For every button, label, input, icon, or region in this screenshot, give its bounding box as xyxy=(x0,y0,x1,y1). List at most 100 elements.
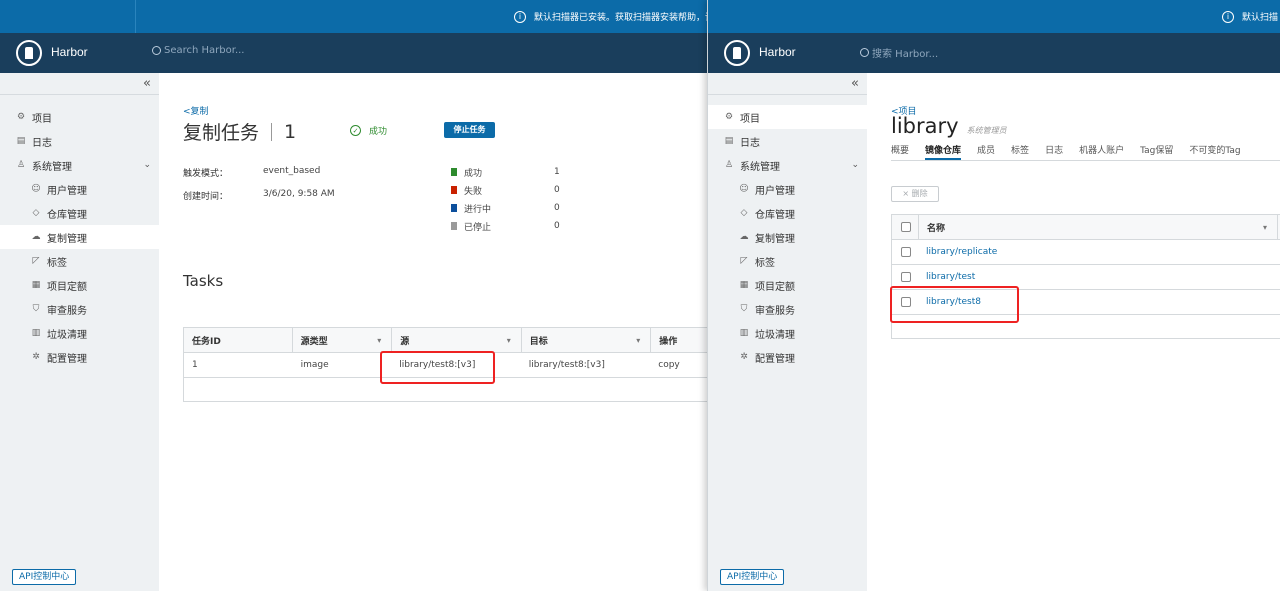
registries-icon: ◇ xyxy=(740,208,748,218)
select-all-checkbox[interactable] xyxy=(892,215,918,239)
cloud-icon: ☁ xyxy=(31,232,41,242)
chevron-down-icon: ⌄ xyxy=(143,160,151,170)
status-stat-label: 已停止 xyxy=(464,222,492,233)
sidebar-item-quotas[interactable]: ▦ 项目定额 xyxy=(708,273,867,297)
sidebar-item-interrogation[interactable]: ⛉ 审查服务 xyxy=(0,297,159,321)
sidebar-item-registries[interactable]: ◇ 仓库管理 xyxy=(708,201,867,225)
users-icon: ☺ xyxy=(31,184,41,194)
status-stat-label: 失败 xyxy=(464,186,483,197)
filter-icon[interactable]: ▾ xyxy=(507,336,511,345)
row-checkbox[interactable] xyxy=(892,240,918,264)
quota-icon: ▦ xyxy=(31,280,41,290)
search-input[interactable]: 搜索 Harbor... xyxy=(860,45,938,60)
collapse-sidebar-button[interactable]: « xyxy=(708,73,867,95)
sidebar-item-logs[interactable]: ▤ 日志 xyxy=(708,129,867,153)
banner-text: 默认扫描 xyxy=(1242,13,1279,23)
status-stat-count: 0 xyxy=(554,221,560,231)
sidebar-item-labels[interactable]: ◸ 标签 xyxy=(708,249,867,273)
status-color-swatch xyxy=(451,186,457,194)
status-color-swatch xyxy=(451,168,457,176)
col-header-source-type[interactable]: 源类型 ▾ xyxy=(291,328,392,352)
status-stat-row: 成功 1 xyxy=(451,163,571,181)
sidebar-item-labels[interactable]: ◸ 标签 xyxy=(0,249,159,273)
created-label: 创建时间： xyxy=(183,192,229,202)
filter-icon[interactable]: ▾ xyxy=(636,336,640,345)
sidebar: « ⚙ 项目 ▤ 日志 ♙ 系统管理 ⌄ ☺ 用户管理 ◇ 仓库管理 ☁ 复制管理 ◸ 标签 ▦… xyxy=(708,73,867,591)
scanner-banner: i 默认扫描 xyxy=(708,0,1280,33)
col-header-source[interactable]: 源 ▾ xyxy=(391,328,521,352)
tab-1[interactable]: 镜像仓库 xyxy=(925,143,962,160)
trigger-label: 触发模式： xyxy=(183,169,229,179)
shield-icon: ⛉ xyxy=(740,304,748,314)
api-center-button[interactable]: API控制中心 xyxy=(12,569,77,585)
search-icon xyxy=(860,48,869,57)
quota-icon: ▦ xyxy=(739,280,749,290)
sidebar-item-gc[interactable]: ▥ 垃圾清理 xyxy=(708,321,867,345)
sidebar-item-interrogation[interactable]: ⛉ 审查服务 xyxy=(708,297,867,321)
success-check-icon: ✓ xyxy=(350,125,361,136)
gear-icon: ✲ xyxy=(740,352,748,362)
harbor-logo-icon[interactable] xyxy=(724,40,750,66)
tab-4[interactable]: 日志 xyxy=(1045,143,1063,160)
col-header-name[interactable]: 名称 ▾ xyxy=(917,215,1277,239)
status-stat-row: 进行中 0 xyxy=(451,199,571,217)
sidebar-item-replications[interactable]: ☁ 复制管理 xyxy=(708,225,867,249)
collapse-sidebar-button[interactable]: « xyxy=(0,73,159,95)
role-label: 系统管理员 xyxy=(966,126,1007,135)
sidebar-item-registries[interactable]: ◇ 仓库管理 xyxy=(0,201,159,225)
table-row[interactable]: library/replicate xyxy=(892,240,1280,265)
cell-operation: copy xyxy=(658,360,680,370)
sidebar-item-gc[interactable]: ▥ 垃圾清理 xyxy=(0,321,159,345)
back-link[interactable]: <复制 xyxy=(183,104,209,117)
filter-icon[interactable]: ▾ xyxy=(377,336,381,345)
brand-name[interactable]: Harbor xyxy=(759,45,796,59)
tab-6[interactable]: Tag保留 xyxy=(1140,143,1173,160)
sidebar-item-projects[interactable]: ⚙ 项目 xyxy=(708,105,867,129)
col-header-target[interactable]: 目标 ▾ xyxy=(520,328,651,352)
status-stat-label: 成功 xyxy=(464,168,483,179)
sidebar-item-projects[interactable]: ⚙ 项目 xyxy=(0,105,159,129)
logs-icon: ▤ xyxy=(16,136,26,146)
delete-button[interactable]: × 删除 xyxy=(891,186,939,202)
tab-3[interactable]: 标签 xyxy=(1011,143,1029,160)
tab-5[interactable]: 机器人账户 xyxy=(1079,143,1124,160)
stop-job-button[interactable]: 停止任务 xyxy=(444,122,495,138)
sidebar-item-admin[interactable]: ♙ 系统管理 ⌄ xyxy=(708,153,867,177)
trash-icon: ▥ xyxy=(31,328,41,338)
tab-7[interactable]: 不可变的Tag xyxy=(1189,143,1240,160)
sidebar-item-config[interactable]: ✲ 配置管理 xyxy=(0,345,159,369)
scanner-banner: i 默认扫描器已安装。获取扫描器安装帮助，请查看 xyxy=(0,0,708,33)
sidebar-item-quotas[interactable]: ▦ 项目定额 xyxy=(0,273,159,297)
sidebar-item-logs[interactable]: ▤ 日志 xyxy=(0,129,159,153)
sidebar-item-users[interactable]: ☺ 用户管理 xyxy=(708,177,867,201)
table-header-row: 名称 ▾ xyxy=(892,215,1280,240)
tab-0[interactable]: 概要 xyxy=(891,143,909,160)
tag-icon: ◸ xyxy=(740,256,748,266)
filter-icon[interactable]: ▾ xyxy=(1263,223,1267,232)
status-stat-label: 进行中 xyxy=(464,204,492,215)
col-header-task-id: 任务ID xyxy=(192,336,221,347)
sidebar-item-admin[interactable]: ♙ 系统管理 ⌄ xyxy=(0,153,159,177)
col-header-operation: 操作 xyxy=(650,328,708,352)
highlight-source-box xyxy=(380,351,495,384)
sidebar-item-config[interactable]: ✲ 配置管理 xyxy=(708,345,867,369)
replication-job-window: i 默认扫描器已安装。获取扫描器安装帮助，请查看 Harbor Search H… xyxy=(0,0,708,591)
api-center-button[interactable]: API控制中心 xyxy=(720,569,785,585)
sidebar-item-users[interactable]: ☺ 用户管理 xyxy=(0,177,159,201)
brand-name[interactable]: Harbor xyxy=(51,45,88,59)
repo-link[interactable]: library/replicate xyxy=(918,240,1278,264)
tab-2[interactable]: 成员 xyxy=(977,143,995,160)
status-stat-row: 失败 0 xyxy=(451,181,571,199)
logs-icon: ▤ xyxy=(724,136,734,146)
sidebar-item-replications[interactable]: ☁ 复制管理 xyxy=(0,225,159,249)
shield-icon: ⛉ xyxy=(32,304,40,314)
table-header-row: 任务ID 源类型 ▾ 源 ▾ 目标 ▾ 操作 xyxy=(184,328,708,353)
tag-icon: ◸ xyxy=(32,256,40,266)
cell-source-type: image xyxy=(300,360,329,370)
search-input[interactable]: Search Harbor... xyxy=(152,45,245,56)
harbor-logo-icon[interactable] xyxy=(16,40,42,66)
status-stat-count: 1 xyxy=(554,167,560,177)
projects-icon: ⚙ xyxy=(16,112,26,122)
header-bar: Harbor Search Harbor... xyxy=(0,33,708,73)
project-main: <项目 library 系统管理员 概要 镜像仓库 成员 标签 日志 机器人账户 Tag保留… xyxy=(867,73,1280,591)
